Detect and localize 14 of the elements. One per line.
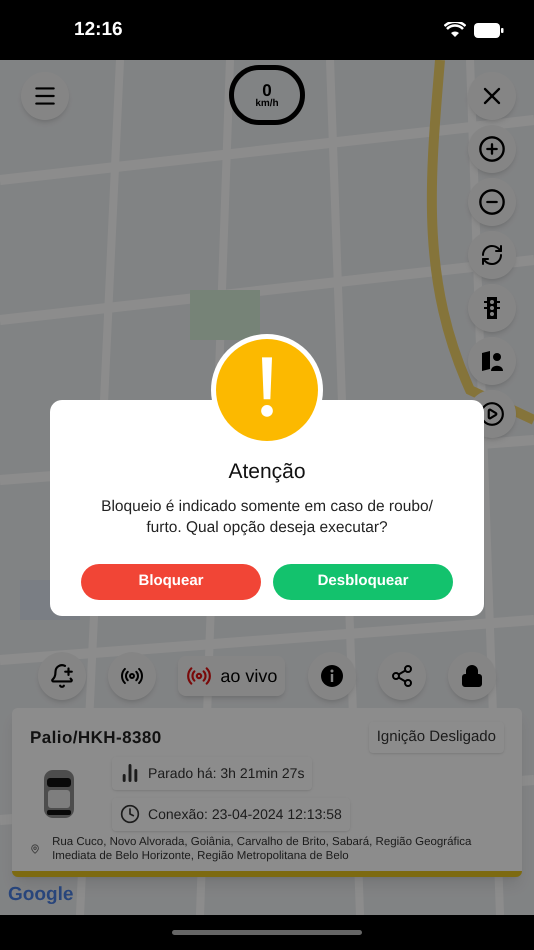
connection-time: Conexão: 23-04-2024 12:13:58 <box>148 804 342 824</box>
stopped-duration: Parado há: 3h 21min 27s <box>148 764 304 782</box>
ignition-status: Ignição Desligado <box>368 722 504 752</box>
dialog-message: Bloqueio é indicado somente em caso de roubo/ furto. Qual opção deseja executar? <box>100 496 434 538</box>
map-attribution: Google <box>8 882 74 906</box>
block-button[interactable]: Bloquear <box>81 564 261 600</box>
live-button[interactable]: ao vivo <box>178 656 286 696</box>
unblock-button[interactable]: Desbloquear <box>273 564 453 600</box>
status-time: 12:16 <box>74 18 123 42</box>
dialog-title: Atenção <box>228 459 306 485</box>
speed-value: 0 <box>262 82 272 98</box>
vehicle-address: Rua Cuco, Novo Alvorada, Goiânia, Carvalho de Brito, Sabará, Região Geográfica Imediata de Belo Horizonte, Região Metropolitana de Belo <box>52 834 472 862</box>
vehicle-name: Palio/HKH-8380 <box>30 726 162 748</box>
speed-unit: km/h <box>255 98 279 108</box>
